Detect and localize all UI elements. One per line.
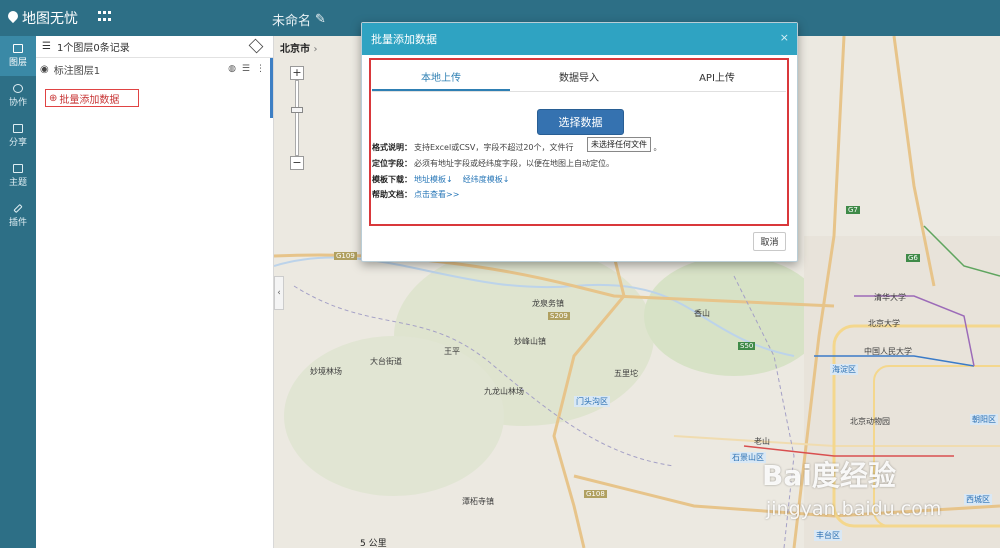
batch-add-data-button[interactable]: ⊕ 批量添加数据 bbox=[45, 89, 139, 107]
layers-icon[interactable] bbox=[248, 38, 264, 54]
dialog-title: 批量添加数据 bbox=[371, 33, 437, 46]
locate-label: 定位字段： bbox=[372, 159, 412, 168]
map-label: 清华大学 bbox=[874, 293, 906, 302]
road-tag: G109 bbox=[334, 252, 357, 260]
tab-api-upload[interactable]: API上传 bbox=[648, 67, 786, 91]
panel-collapse-handle[interactable]: ‹ bbox=[274, 276, 284, 310]
app-brand[interactable]: 地图无忧 bbox=[8, 8, 78, 28]
app-title: 地图无忧 bbox=[22, 11, 78, 27]
zoom-slider-thumb[interactable] bbox=[291, 107, 303, 113]
map-label: 龙泉务镇 bbox=[532, 299, 564, 308]
map-label: 门头沟区 bbox=[574, 396, 610, 407]
zoom-slider[interactable] bbox=[291, 80, 303, 156]
road-tag: G7 bbox=[846, 206, 860, 214]
edit-pencil-icon[interactable]: ✎ bbox=[315, 12, 326, 27]
nav-item-layers[interactable]: 图层 bbox=[0, 36, 36, 76]
zoom-in-button[interactable]: + bbox=[290, 66, 304, 80]
layer-active-indicator bbox=[270, 58, 273, 118]
layer-summary: 1个图层0条记录 bbox=[56, 43, 130, 54]
user-icon bbox=[13, 84, 23, 93]
help-info: 帮助文档： 点击查看>> bbox=[372, 189, 459, 200]
map-label: 朝阳区 bbox=[970, 414, 998, 425]
road-tag: G108 bbox=[584, 490, 607, 498]
nav-item-theme[interactable]: 主题 bbox=[0, 156, 36, 196]
map-label: 妙境林场 bbox=[310, 367, 342, 376]
cancel-button[interactable]: 取消 bbox=[753, 232, 786, 251]
map-label: 五里坨 bbox=[614, 369, 638, 378]
map-label: 中国人民大学 bbox=[864, 347, 912, 356]
dialog-header: 批量添加数据 bbox=[362, 23, 797, 55]
wrench-icon bbox=[13, 203, 23, 214]
map-label: 妙峰山镇 bbox=[514, 337, 546, 346]
nav-item-label: 主题 bbox=[8, 178, 27, 188]
list-icon: ☰ bbox=[42, 41, 51, 52]
format-tail: 。 bbox=[653, 143, 662, 152]
template-info: 模板下载： 地址模板↓ 经纬度模板↓ bbox=[372, 174, 509, 185]
map-pin-icon bbox=[8, 11, 18, 25]
document-title[interactable]: 未命名 ✎ bbox=[272, 10, 326, 29]
map-label: 北京大学 bbox=[868, 319, 900, 328]
globe-icon[interactable]: ◍ bbox=[228, 64, 236, 74]
map-label: 大台街道 bbox=[370, 357, 402, 366]
latlng-template-link[interactable]: 经纬度模板↓ bbox=[463, 174, 510, 185]
tab-local-upload[interactable]: 本地上传 bbox=[372, 67, 510, 91]
left-navigation: 图层 协作 分享 主题 插件 bbox=[0, 36, 36, 548]
grid-icon bbox=[13, 164, 23, 173]
nav-item-label: 分享 bbox=[8, 138, 27, 148]
nav-item-label: 插件 bbox=[8, 218, 27, 228]
zoom-control: + − bbox=[290, 66, 304, 170]
nav-item-plugins[interactable]: 插件 bbox=[0, 196, 36, 236]
watermark-url: jingyan.baidu.com bbox=[766, 498, 942, 520]
nav-item-label: 图层 bbox=[8, 58, 27, 68]
baidu-jingyan-watermark: Bai度经验 jingyan.baidu.com bbox=[762, 454, 992, 528]
nav-item-share[interactable]: 分享 bbox=[0, 116, 36, 156]
table-icon[interactable]: ☰ bbox=[242, 64, 250, 74]
eye-icon[interactable]: ◉ bbox=[40, 64, 49, 75]
upload-tabs: 本地上传 数据导入 API上传 bbox=[372, 67, 786, 92]
map-label: 丰台区 bbox=[814, 530, 842, 541]
address-template-link[interactable]: 地址模板↓ bbox=[414, 174, 453, 185]
document-title-text: 未命名 bbox=[272, 14, 312, 29]
help-label: 帮助文档： bbox=[372, 190, 412, 199]
map-city-selector[interactable]: 北京市 › bbox=[280, 40, 317, 55]
road-tag: S209 bbox=[548, 312, 570, 320]
apps-grid-icon[interactable] bbox=[98, 11, 112, 23]
add-circle-icon: ⊕ bbox=[49, 92, 58, 104]
format-label: 格式说明： bbox=[372, 143, 412, 152]
map-label: 石景山区 bbox=[730, 452, 766, 463]
format-info: 格式说明： 支持Excel或CSV，字段不超过20个，文件行 。 bbox=[372, 142, 662, 153]
layer-row[interactable]: ◉ 标注图层1 ◍ ☰ ⋮ bbox=[36, 58, 273, 80]
batch-add-dialog: 批量添加数据 × 本地上传 数据导入 API上传 选择数据 未选择任何文件 格式… bbox=[361, 22, 798, 262]
more-icon[interactable]: ⋮ bbox=[256, 64, 265, 74]
layer-panel: ☰ 1个图层0条记录 ◉ 标注图层1 ◍ ☰ ⋮ ⊕ 批量添加数据 bbox=[36, 36, 274, 548]
locate-text: 必须有地址字段或经纬度字段，以便在地图上自动定位。 bbox=[414, 159, 614, 168]
map-label: 王平 bbox=[444, 347, 460, 356]
template-label: 模板下载： bbox=[372, 175, 412, 184]
map-label: 北京动物园 bbox=[850, 417, 890, 426]
map-city-label: 北京市 bbox=[280, 44, 310, 55]
locate-info: 定位字段： 必须有地址字段或经纬度字段，以便在地图上自动定位。 bbox=[372, 158, 614, 169]
close-icon[interactable]: × bbox=[780, 31, 789, 44]
format-text: 支持Excel或CSV，字段不超过20个，文件行 bbox=[414, 143, 574, 152]
layer-panel-header: ☰ 1个图层0条记录 bbox=[36, 36, 273, 58]
zoom-out-button[interactable]: − bbox=[290, 156, 304, 170]
map-label: 潭柘寺镇 bbox=[462, 497, 494, 506]
road-tag: G6 bbox=[906, 254, 920, 262]
choose-data-button[interactable]: 选择数据 bbox=[537, 109, 624, 135]
layer-name: 标注图层1 bbox=[53, 65, 101, 77]
road-tag: S50 bbox=[738, 342, 756, 350]
map-label: 香山 bbox=[694, 309, 710, 318]
tab-data-import[interactable]: 数据导入 bbox=[510, 67, 648, 91]
nav-item-collaborate[interactable]: 协作 bbox=[0, 76, 36, 116]
batch-add-data-label: 批量添加数据 bbox=[59, 94, 120, 106]
map-label: 海淀区 bbox=[830, 364, 858, 375]
watermark-brand: Bai度经验 bbox=[762, 459, 896, 492]
nav-item-label: 协作 bbox=[8, 98, 27, 108]
map-label: 九龙山林场 bbox=[484, 387, 524, 396]
share-icon bbox=[13, 124, 23, 133]
map-scale: 5 公里 bbox=[360, 539, 387, 548]
help-link[interactable]: 点击查看>> bbox=[414, 189, 459, 200]
list-icon bbox=[13, 44, 23, 53]
map-label: 老山 bbox=[754, 437, 770, 446]
